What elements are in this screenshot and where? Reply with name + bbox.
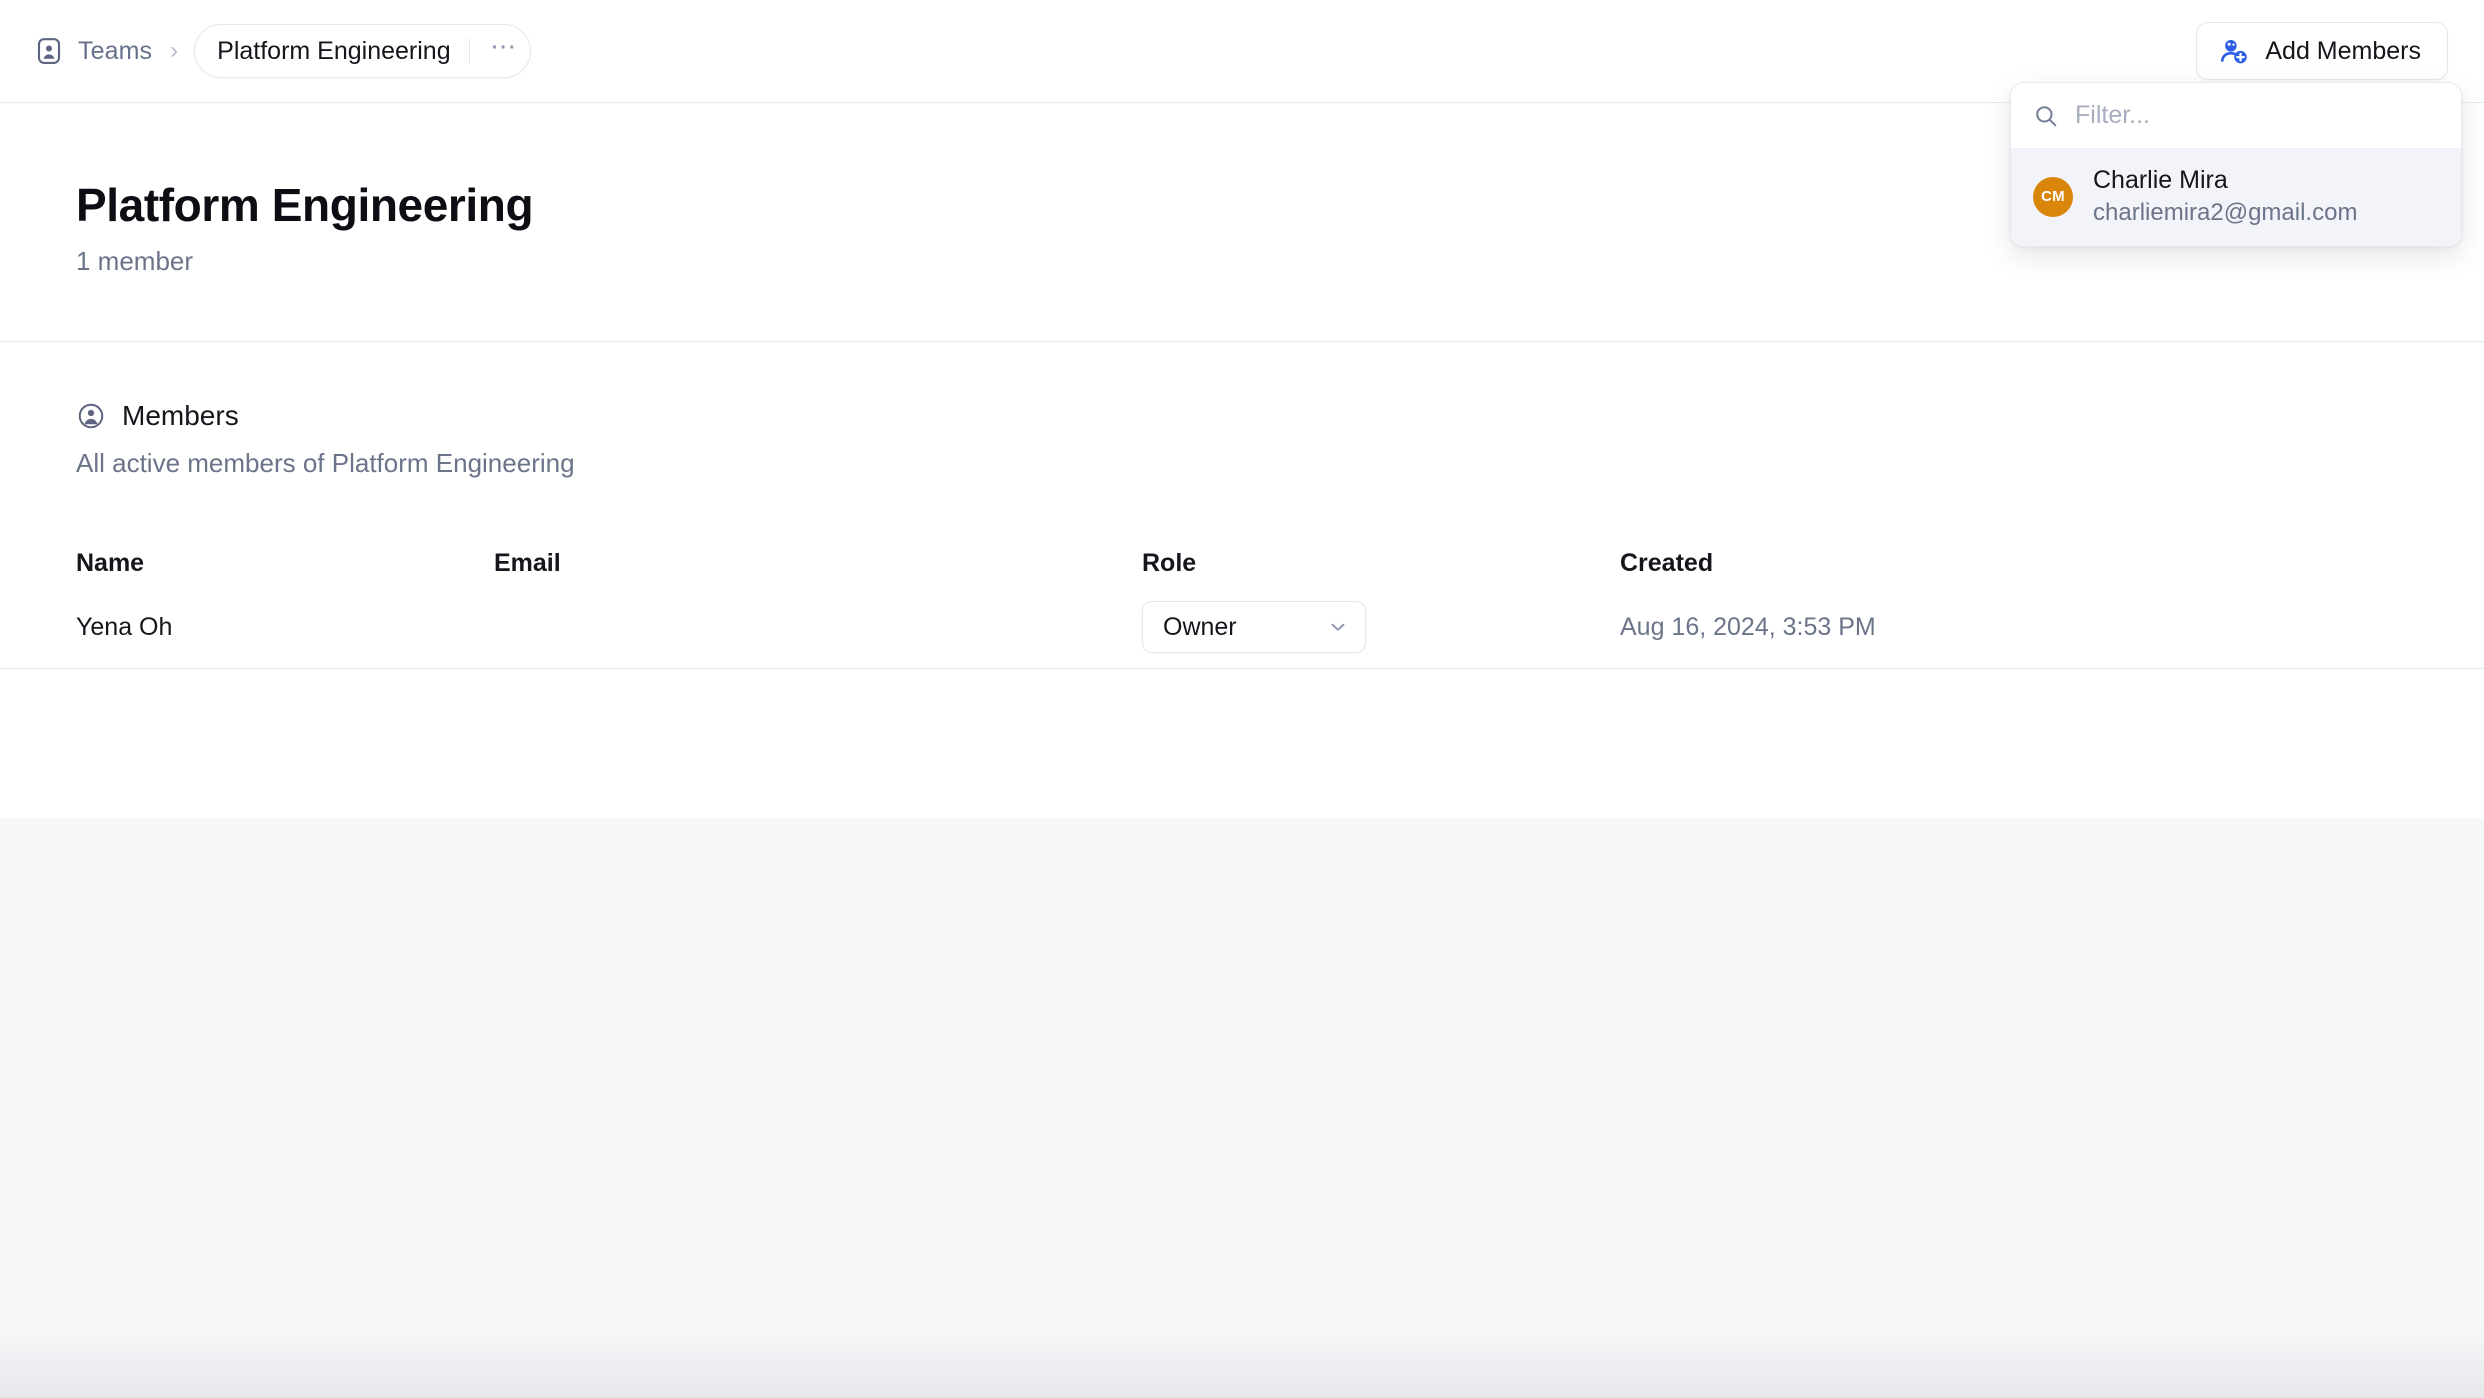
person-add-icon xyxy=(2219,36,2249,66)
chevron-down-icon xyxy=(1327,616,1349,638)
dropdown-result-email: charliemira2@gmail.com xyxy=(2093,199,2358,226)
dropdown-results-list: CM Charlie Mira charliemira2@gmail.com xyxy=(2011,149,2461,246)
empty-content-area xyxy=(0,818,2484,1398)
breadcrumb-chip-team[interactable]: Platform Engineering ⋯ xyxy=(194,24,532,78)
add-members-button[interactable]: Add Members xyxy=(2196,22,2448,80)
dropdown-result-name: Charlie Mira xyxy=(2093,166,2228,194)
members-table: Name Email Role Created Yena Oh Owner Au… xyxy=(0,540,2484,669)
members-section-description: All active members of Platform Engineeri… xyxy=(76,447,575,478)
dropdown-search-row xyxy=(2011,83,2461,149)
teams-detail-page: Teams › Platform Engineering ⋯ Add Membe… xyxy=(0,0,2484,1398)
email-redaction-box xyxy=(494,605,814,650)
members-section-header: Members xyxy=(76,400,2484,432)
user-circle-icon xyxy=(76,401,106,431)
member-count: 1 member xyxy=(76,245,194,276)
breadcrumb-link-teams[interactable]: Teams xyxy=(76,33,154,70)
add-members-dropdown: CM Charlie Mira charliemira2@gmail.com xyxy=(2010,82,2462,247)
search-icon xyxy=(2033,103,2059,129)
members-section-title: Members xyxy=(122,399,239,431)
dropdown-result-item[interactable]: CM Charlie Mira charliemira2@gmail.com xyxy=(2011,149,2461,246)
ellipsis-icon[interactable]: ⋯ xyxy=(484,31,524,71)
bottom-fade xyxy=(0,1332,2484,1398)
add-members-label: Add Members xyxy=(2265,36,2421,65)
contact-card-icon xyxy=(32,34,66,68)
avatar: CM xyxy=(2033,176,2073,217)
cell-member-role: Owner xyxy=(1142,601,1620,654)
role-select-value: Owner xyxy=(1163,612,1237,641)
column-header-name: Name xyxy=(76,549,145,578)
table-row[interactable]: Yena Oh Owner Aug 16, 2024, 3:53 PM xyxy=(0,587,2484,669)
table-header-row: Name Email Role Created xyxy=(0,541,2484,587)
member-filter-input[interactable] xyxy=(2075,101,2439,130)
cell-member-email xyxy=(494,605,1142,650)
column-header-created: Created xyxy=(1620,549,1714,578)
breadcrumb: Teams › Platform Engineering ⋯ xyxy=(32,0,532,102)
breadcrumb-chip-label: Platform Engineering xyxy=(217,36,451,65)
breadcrumb-separator-icon: › xyxy=(170,37,179,64)
cell-member-name: Yena Oh xyxy=(76,612,173,641)
column-header-role: Role xyxy=(1142,549,1197,578)
cell-member-created: Aug 16, 2024, 3:53 PM xyxy=(1620,612,1876,641)
role-select[interactable]: Owner xyxy=(1142,601,1366,654)
chip-divider xyxy=(468,38,471,64)
members-section: Members All active members of Platform E… xyxy=(0,341,2484,479)
column-header-email: Email xyxy=(494,549,561,578)
dropdown-result-text: Charlie Mira charliemira2@gmail.com xyxy=(2093,165,2357,228)
